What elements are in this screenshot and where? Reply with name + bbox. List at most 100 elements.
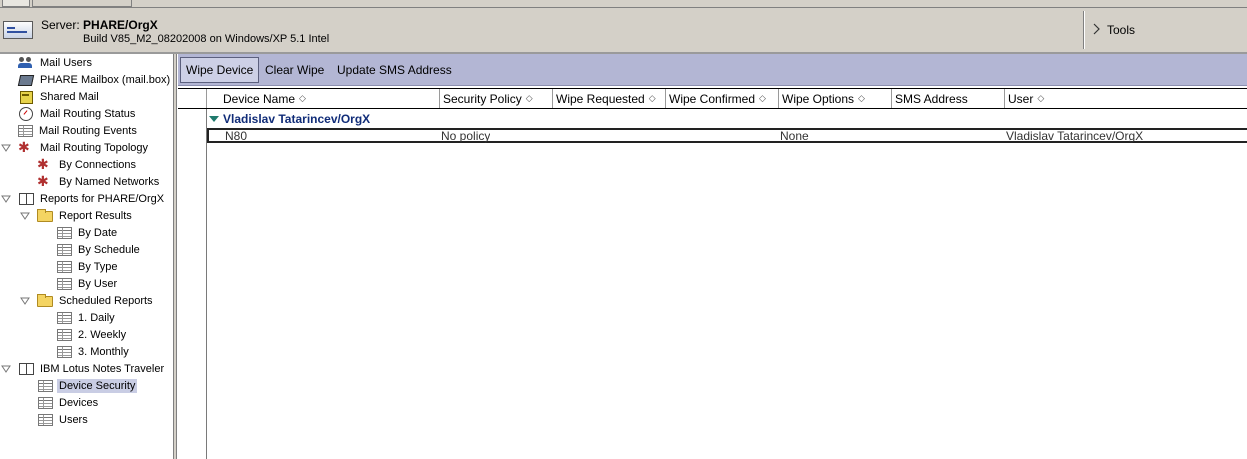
sort-icon[interactable]: ◇: [858, 93, 865, 104]
column-wipe-options[interactable]: Wipe Options ◇: [779, 89, 892, 108]
table-icon: [57, 328, 72, 341]
topology-icon: [18, 139, 34, 156]
nav-item-label: Report Results: [59, 209, 132, 222]
nav-item-by-user[interactable]: By User: [45, 275, 119, 292]
nav-item-weekly[interactable]: 2. Weekly: [45, 326, 128, 343]
nav-item-lotus-traveler[interactable]: IBM Lotus Notes Traveler: [0, 360, 166, 377]
nav-item-label: Mail Routing Status: [40, 107, 136, 120]
nav-item-mail-routing-topology[interactable]: Mail Routing Topology: [0, 139, 150, 156]
nav-item-label: Mail Users: [40, 56, 92, 69]
nav-item-monthly[interactable]: 3. Monthly: [45, 343, 131, 360]
nav-item-report-results[interactable]: Report Results: [19, 207, 134, 224]
twisty-expanded-icon[interactable]: [0, 360, 12, 377]
column-label: Wipe Confirmed: [669, 91, 756, 106]
action-bar: Wipe Device Clear Wipe Update SMS Addres…: [178, 54, 1247, 86]
nav-item-label: IBM Lotus Notes Traveler: [40, 362, 165, 375]
column-sms-address[interactable]: SMS Address: [892, 89, 1005, 108]
nav-item-label: Scheduled Reports: [59, 294, 153, 307]
tab-server[interactable]: [32, 0, 132, 7]
column-user[interactable]: User ◇: [1005, 89, 1247, 108]
nav-item-mail-routing-status[interactable]: Mail Routing Status: [6, 105, 137, 122]
twisty-expanded-icon[interactable]: [19, 292, 31, 309]
topology-icon: [37, 156, 53, 173]
nav-item-daily[interactable]: 1. Daily: [45, 309, 117, 326]
users-icon: [18, 56, 34, 70]
server-title: Server: PHARE/OrgX: [41, 18, 158, 32]
selection-margin: [206, 109, 207, 459]
nav-item-mail-users[interactable]: Mail Users: [6, 54, 94, 71]
cell-wipe-options: None: [780, 129, 809, 143]
nav-item-label: Users: [59, 413, 88, 426]
nav-item-by-date[interactable]: By Date: [45, 224, 119, 241]
column-wipe-requested[interactable]: Wipe Requested ◇: [553, 89, 666, 108]
server-header: Server: PHARE/OrgX Build V85_M2_08202008…: [0, 8, 1247, 54]
nav-item-label: By Type: [78, 260, 118, 273]
nav-item-label: PHARE Mailbox (mail.box): [40, 73, 171, 86]
nav-item-label: Mail Routing Events: [39, 124, 137, 137]
nav-item-shared-mail[interactable]: Shared Mail: [6, 88, 101, 105]
server-name: PHARE/OrgX: [83, 18, 158, 32]
nav-item-mail-routing-events[interactable]: Mail Routing Events: [6, 122, 139, 139]
column-header: Device Name ◇ Security Policy ◇ Wipe Reque…: [178, 88, 1247, 109]
nav-item-label: 1. Daily: [78, 311, 115, 324]
table-icon: [38, 396, 53, 409]
tab-home[interactable]: [2, 0, 30, 7]
chevron-right-icon: [1093, 23, 1100, 35]
nav-item-scheduled-reports[interactable]: Scheduled Reports: [19, 292, 155, 309]
column-label: Device Name: [223, 91, 296, 106]
nav-item-device-security[interactable]: Device Security: [26, 377, 138, 394]
nav-item-label: Devices: [59, 396, 99, 409]
server-build: Build V85_M2_08202008 on Windows/XP 5.1 …: [83, 33, 330, 45]
nav-item-devices[interactable]: Devices: [26, 394, 100, 411]
table-icon: [57, 345, 72, 358]
twisty-expanded-icon[interactable]: [0, 190, 12, 207]
cell-device-name: N80: [225, 129, 248, 143]
nav-item-by-type[interactable]: By Type: [45, 258, 120, 275]
mailbox-icon: [18, 73, 34, 87]
update-sms-address-button[interactable]: Update SMS Address: [332, 57, 457, 83]
gauge-icon: [18, 106, 34, 121]
sort-icon[interactable]: ◇: [299, 93, 306, 104]
book-icon: [18, 362, 34, 375]
pane-splitter[interactable]: [174, 54, 177, 459]
table-icon: [57, 311, 72, 324]
column-selection-margin: [178, 89, 207, 108]
tools-label: Tools: [1107, 23, 1136, 37]
category-label: Vladislav Tatarincev/OrgX: [223, 112, 371, 126]
tools-button[interactable]: Tools: [1093, 22, 1135, 37]
table-icon: [57, 260, 72, 273]
nav-item-by-named-networks[interactable]: By Named Networks: [25, 173, 161, 190]
nav-item-label: By Named Networks: [59, 175, 160, 188]
table-icon: [38, 413, 53, 426]
sort-icon[interactable]: ◇: [649, 93, 656, 104]
nav-item-users[interactable]: Users: [26, 411, 90, 428]
tools-divider: [1083, 11, 1085, 49]
sort-icon[interactable]: ◇: [526, 93, 533, 104]
nav-item-by-schedule[interactable]: By Schedule: [45, 241, 142, 258]
column-security-policy[interactable]: Security Policy ◇: [440, 89, 553, 108]
column-device-name[interactable]: Device Name ◇: [207, 89, 440, 108]
table-icon: [57, 243, 72, 256]
sort-icon[interactable]: ◇: [759, 93, 766, 104]
nav-item-label: By User: [78, 277, 118, 290]
clear-wipe-button[interactable]: Clear Wipe: [260, 57, 329, 83]
expand-triangle-icon[interactable]: [209, 116, 219, 122]
view-pane: Device Name ◇ Security Policy ◇ Wipe Reque…: [178, 86, 1247, 459]
column-wipe-confirmed[interactable]: Wipe Confirmed ◇: [666, 89, 779, 108]
nav-item-label: By Schedule: [78, 243, 140, 256]
nav-item-reports[interactable]: Reports for PHARE/OrgX: [0, 190, 166, 207]
category-row[interactable]: Vladislav Tatarincev/OrgX: [209, 112, 370, 126]
nav-item-mailbox[interactable]: PHARE Mailbox (mail.box): [6, 71, 172, 88]
twisty-expanded-icon[interactable]: [0, 139, 12, 156]
table-row[interactable]: N80 No policy None Vladislav Tatarincev/…: [207, 128, 1247, 143]
sort-icon[interactable]: ◇: [1037, 93, 1044, 104]
nav-item-by-connections[interactable]: By Connections: [25, 156, 138, 173]
topology-icon: [37, 173, 53, 190]
table-icon: [57, 277, 72, 290]
book-icon: [18, 192, 34, 205]
nav-item-label: Shared Mail: [40, 90, 99, 103]
wipe-device-button[interactable]: Wipe Device: [180, 57, 260, 83]
server-label: Server:: [41, 18, 80, 32]
column-label: User: [1008, 91, 1034, 106]
twisty-expanded-icon[interactable]: [19, 207, 31, 224]
